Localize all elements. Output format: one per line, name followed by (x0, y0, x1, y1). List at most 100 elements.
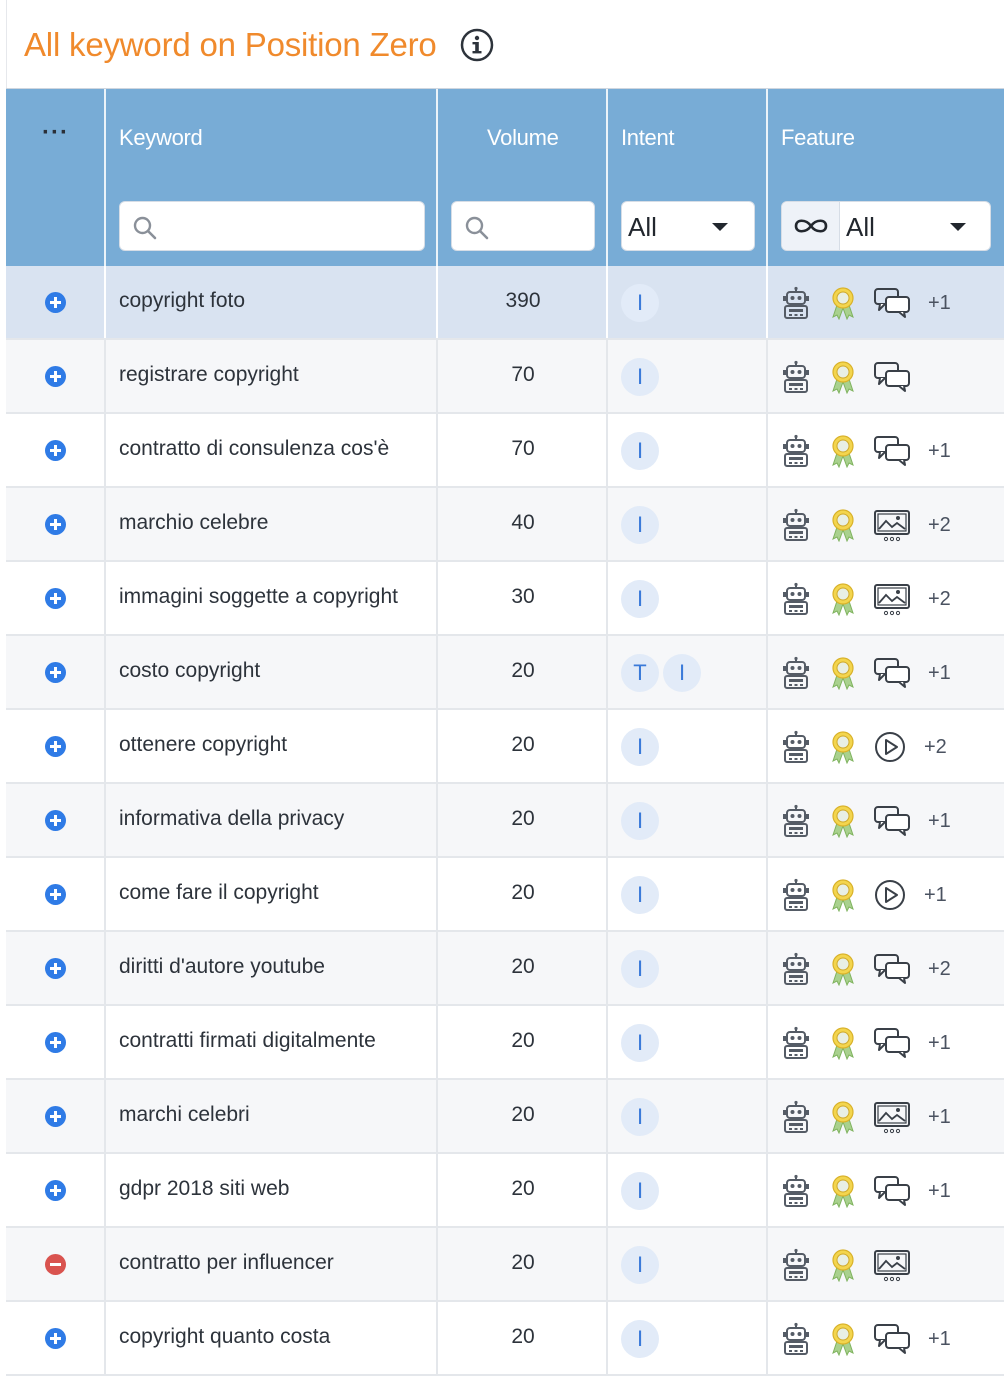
intent-filter-select[interactable]: All (621, 201, 755, 251)
add-keyword-button[interactable] (45, 736, 66, 757)
table-row[interactable]: immagini soggette a copyright 30 I +2 (6, 562, 1004, 636)
add-keyword-button[interactable] (45, 1106, 66, 1127)
award-ribbon-icon (826, 434, 860, 469)
keyword-cell[interactable]: ottenere copyright (119, 733, 287, 757)
table-row[interactable]: contratti firmati digitalmente 20 I +1 (6, 1006, 1004, 1080)
keyword-cell[interactable]: contratto di consulenza cos'è (119, 437, 389, 461)
intent-badge: I (621, 1246, 659, 1284)
table-row[interactable]: marchi celebri 20 I +1 (6, 1080, 1004, 1154)
intent-badge: T (621, 654, 659, 692)
info-circle-icon[interactable] (460, 28, 494, 62)
table-row[interactable]: registrare copyright 70 I (6, 340, 1004, 414)
table-row[interactable]: contratto per influencer 20 I (6, 1228, 1004, 1302)
keyword-cell[interactable]: copyright foto (119, 289, 245, 313)
robot-icon (779, 434, 813, 468)
table-row[interactable]: gdpr 2018 siti web 20 I +1 (6, 1154, 1004, 1228)
add-keyword-button[interactable] (45, 958, 66, 979)
keyword-cell[interactable]: immagini soggette a copyright (119, 585, 398, 609)
add-keyword-button[interactable] (45, 884, 66, 905)
add-keyword-button[interactable] (45, 292, 66, 313)
more-features-count[interactable]: +1 (928, 1180, 951, 1203)
keyword-cell[interactable]: come fare il copyright (119, 881, 319, 905)
keyword-cell[interactable]: costo copyright (119, 659, 260, 683)
intent-cell: I (621, 284, 659, 322)
keyword-cell[interactable]: diritti d'autore youtube (119, 955, 325, 979)
feature-mode-toggle[interactable] (782, 202, 840, 250)
more-features-count[interactable]: +2 (928, 514, 951, 537)
add-keyword-button[interactable] (45, 1328, 66, 1349)
feature-filter-value: All (846, 212, 875, 242)
keyword-search-input[interactable] (119, 201, 425, 251)
column-menu-button[interactable]: ··· (42, 119, 69, 147)
more-features-count[interactable]: +1 (928, 1106, 951, 1129)
more-features-count[interactable]: +2 (924, 736, 947, 759)
add-keyword-button[interactable] (45, 1032, 66, 1053)
volume-cell: 20 (511, 733, 535, 756)
award-ribbon-icon (826, 286, 860, 321)
intent-cell: I (621, 1024, 659, 1062)
volume-search-input[interactable] (451, 201, 595, 251)
add-keyword-button[interactable] (45, 588, 66, 609)
intent-cell: I (621, 1098, 659, 1136)
column-header-feature[interactable]: Feature (781, 125, 855, 151)
robot-icon (779, 508, 813, 542)
more-features-count[interactable]: +1 (924, 884, 947, 907)
intent-cell: I (621, 802, 659, 840)
column-header-keyword[interactable]: Keyword (119, 125, 203, 151)
search-icon (465, 216, 489, 240)
intent-cell: I (621, 1172, 659, 1210)
intent-badge: I (621, 284, 659, 322)
volume-cell: 20 (511, 1251, 535, 1274)
add-keyword-button[interactable] (45, 366, 66, 387)
intent-badge: I (621, 802, 659, 840)
more-features-count[interactable]: +1 (928, 292, 951, 315)
table-row[interactable]: contratto di consulenza cos'è 70 I +1 (6, 414, 1004, 488)
keyword-cell[interactable]: marchio celebre (119, 511, 268, 535)
more-features-count[interactable]: +1 (928, 662, 951, 685)
feature-cell: +2 (779, 506, 951, 544)
award-ribbon-icon (826, 656, 860, 691)
keyword-cell[interactable]: contratti firmati digitalmente (119, 1029, 376, 1053)
table-row[interactable]: costo copyright 20 T I +1 (6, 636, 1004, 710)
award-ribbon-icon (826, 582, 860, 617)
more-features-count[interactable]: +1 (928, 1328, 951, 1351)
more-features-count[interactable]: +1 (928, 810, 951, 833)
table-row[interactable]: informativa della privacy 20 I +1 (6, 784, 1004, 858)
keyword-cell[interactable]: informativa della privacy (119, 807, 344, 831)
add-keyword-button[interactable] (45, 440, 66, 461)
more-features-count[interactable]: +1 (928, 1032, 951, 1055)
remove-keyword-button[interactable] (45, 1254, 66, 1275)
keyword-cell[interactable]: contratto per influencer (119, 1251, 334, 1275)
table-row[interactable]: diritti d'autore youtube 20 I +2 (6, 932, 1004, 1006)
column-header-intent[interactable]: Intent (621, 125, 675, 151)
keyword-cell[interactable]: registrare copyright (119, 363, 299, 387)
add-keyword-button[interactable] (45, 810, 66, 831)
chevron-down-icon (712, 223, 728, 231)
intent-cell: I (621, 1320, 659, 1358)
feature-cell (779, 358, 924, 396)
table-row[interactable]: marchio celebre 40 I +2 (6, 488, 1004, 562)
award-ribbon-icon (826, 508, 860, 543)
more-features-count[interactable]: +2 (928, 958, 951, 981)
intent-cell: I (621, 1246, 659, 1284)
robot-icon (779, 1322, 813, 1356)
table-row[interactable]: ottenere copyright 20 I +2 (6, 710, 1004, 784)
keyword-cell[interactable]: copyright quanto costa (119, 1325, 330, 1349)
add-keyword-button[interactable] (45, 662, 66, 683)
feature-cell: +2 (779, 728, 947, 766)
table-row[interactable]: copyright quanto costa 20 I +1 (6, 1302, 1004, 1376)
feature-filter-select[interactable]: All (781, 201, 991, 251)
table-row[interactable]: come fare il copyright 20 I +1 (6, 858, 1004, 932)
intent-badge: I (621, 1098, 659, 1136)
more-features-count[interactable]: +2 (928, 588, 951, 611)
award-ribbon-icon (826, 360, 860, 395)
add-keyword-button[interactable] (45, 514, 66, 535)
keyword-cell[interactable]: gdpr 2018 siti web (119, 1177, 289, 1201)
table-row[interactable]: copyright foto 390 I +1 (6, 266, 1004, 340)
more-features-count[interactable]: +1 (928, 440, 951, 463)
volume-cell: 390 (505, 289, 541, 312)
add-keyword-button[interactable] (45, 1180, 66, 1201)
keyword-cell[interactable]: marchi celebri (119, 1103, 250, 1127)
award-ribbon-icon (826, 1026, 860, 1061)
column-header-volume[interactable]: Volume (487, 125, 559, 151)
